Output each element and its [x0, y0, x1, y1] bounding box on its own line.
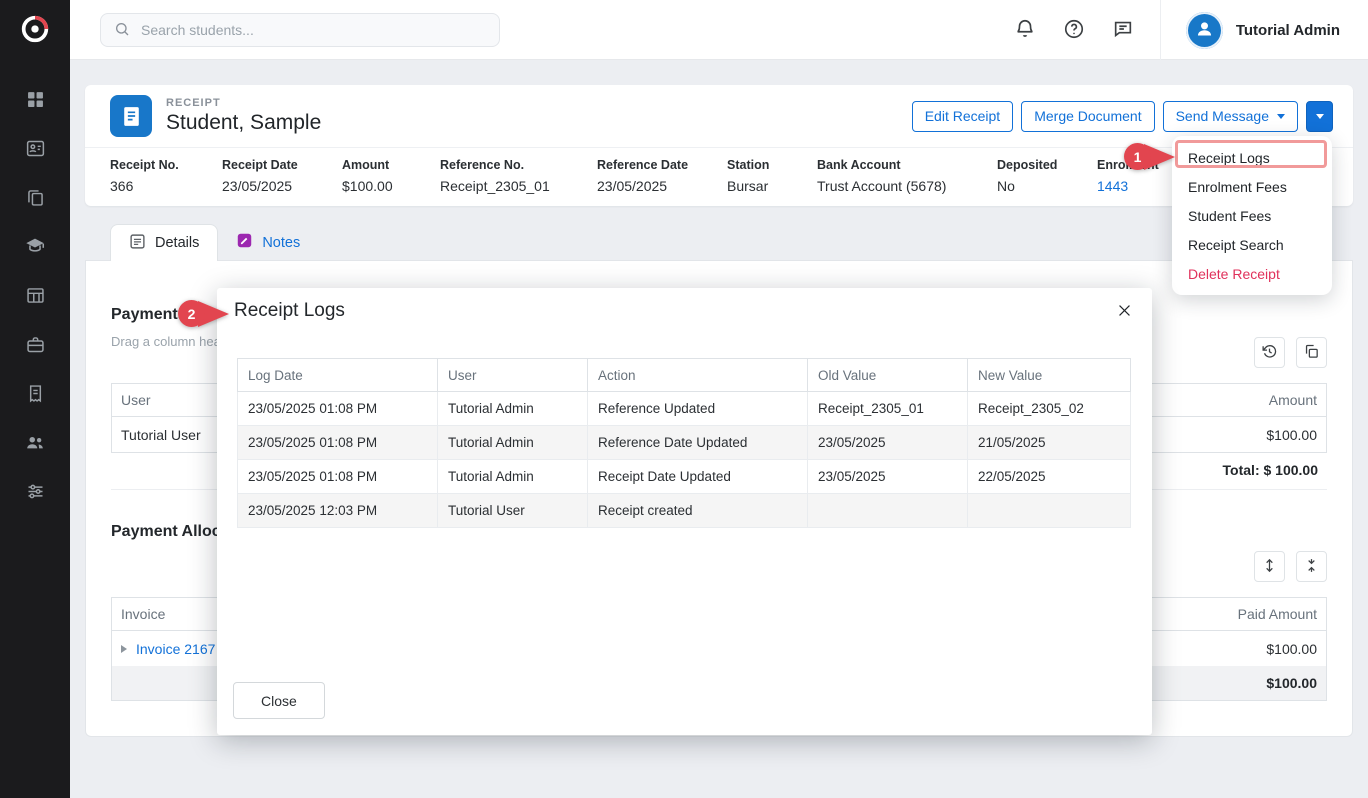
field-station: StationBursar: [727, 158, 817, 194]
person-icon: [1194, 18, 1215, 42]
details-icon: [129, 233, 146, 254]
copy-grid-button[interactable]: [1296, 337, 1327, 368]
menu-item-student-fees[interactable]: Student Fees: [1172, 201, 1332, 230]
page-title: Student, Sample: [166, 111, 912, 135]
search-box: [100, 13, 500, 47]
column-header-user[interactable]: User: [438, 359, 588, 392]
receipt-doc-icon: [110, 95, 152, 137]
caret-down-icon: [1316, 114, 1324, 119]
sidebar-item-briefcase[interactable]: [0, 321, 70, 370]
profile-menu[interactable]: Tutorial Admin: [1186, 12, 1340, 49]
contacts-icon: [25, 138, 46, 162]
field-deposited: DepositedNo: [997, 158, 1097, 194]
topbar: Tutorial Admin: [70, 0, 1368, 60]
topbar-divider: [1160, 0, 1161, 60]
notifications-button[interactable]: [1013, 18, 1037, 42]
topbar-right: Tutorial Admin: [1013, 0, 1368, 60]
help-icon: [1063, 18, 1085, 43]
annotation-step-1: 1: [1124, 143, 1175, 170]
field-reference-date: Reference Date23/05/2025: [597, 158, 727, 194]
sidebar-item-contacts[interactable]: [0, 125, 70, 174]
receipt-icon: [25, 383, 46, 407]
field-receipt-date: Receipt Date23/05/2025: [222, 158, 342, 194]
column-header-new-value[interactable]: New Value: [968, 359, 1131, 392]
menu-item-receipt-logs[interactable]: Receipt Logs: [1172, 143, 1332, 172]
merge-document-button[interactable]: Merge Document: [1021, 101, 1154, 132]
briefcase-icon: [25, 334, 46, 358]
annotation-badge-2: 2: [178, 300, 205, 327]
column-header-old-value[interactable]: Old Value: [808, 359, 968, 392]
edit-receipt-button[interactable]: Edit Receipt: [912, 101, 1013, 132]
payments-heading: Payments: [111, 306, 187, 324]
log-row: 23/05/2025 01:08 PMTutorial AdminReferen…: [238, 392, 1131, 426]
more-actions-dropdown-button[interactable]: [1306, 101, 1333, 132]
user-name: Tutorial Admin: [1236, 22, 1340, 39]
annotation-badge-1: 1: [1124, 143, 1151, 170]
invoice-link[interactable]: Invoice 2167: [136, 641, 215, 657]
row-expand-icon[interactable]: [121, 645, 127, 653]
modal-close-footer-button[interactable]: Close: [233, 682, 325, 719]
chat-button[interactable]: [1111, 18, 1135, 42]
field-reference-no: Reference No.Receipt_2305_01: [440, 158, 597, 194]
app-logo[interactable]: [0, 0, 70, 60]
sidebar-nav: [0, 60, 70, 517]
search-icon: [114, 21, 130, 40]
annotation-step-2: 2: [178, 300, 229, 327]
log-row: 23/05/2025 01:08 PMTutorial AdminReferen…: [238, 426, 1131, 460]
receipt-actions: Edit Receipt Merge Document Send Message: [912, 101, 1333, 132]
log-table-header: Log Date User Action Old Value New Value: [238, 359, 1131, 392]
modal-close-button[interactable]: [1112, 300, 1136, 324]
log-row: 23/05/2025 12:03 PMTutorial UserReceipt …: [238, 494, 1131, 528]
field-bank-account: Bank AccountTrust Account (5678): [817, 158, 997, 194]
avatar: [1186, 12, 1223, 49]
column-header-action[interactable]: Action: [588, 359, 808, 392]
column-header-log-date[interactable]: Log Date: [238, 359, 438, 392]
sidebar-item-users[interactable]: [0, 419, 70, 468]
record-type-label: RECEIPT: [166, 97, 912, 109]
modal-title: Receipt Logs: [234, 300, 345, 322]
sidebar-item-settings[interactable]: [0, 468, 70, 517]
history-button[interactable]: [1254, 337, 1285, 368]
caret-down-icon: [1277, 114, 1285, 119]
chat-icon: [1112, 18, 1134, 43]
tab-strip: Details Notes: [85, 224, 1353, 261]
notes-icon: [236, 232, 253, 253]
history-icon: [1261, 343, 1278, 363]
documents-icon: [25, 187, 46, 211]
menu-item-receipt-search[interactable]: Receipt Search: [1172, 230, 1332, 259]
close-icon: [1116, 302, 1133, 322]
sidebar-item-dashboard[interactable]: [0, 76, 70, 125]
menu-item-delete-receipt[interactable]: Delete Receipt: [1172, 259, 1332, 288]
expand-rows-icon: [1261, 557, 1278, 577]
table-icon: [25, 285, 46, 309]
bell-icon: [1014, 18, 1036, 43]
help-button[interactable]: [1062, 18, 1086, 42]
sidebar-item-receipts[interactable]: [0, 370, 70, 419]
receipt-logs-modal: Receipt Logs Log Date User Action Old Va…: [217, 288, 1152, 735]
graduation-cap-icon: [24, 235, 46, 260]
sidebar-item-courses[interactable]: [0, 223, 70, 272]
sidebar-item-tables[interactable]: [0, 272, 70, 321]
field-receipt-no: Receipt No.366: [110, 158, 222, 194]
field-amount: Amount$100.00: [342, 158, 440, 194]
sliders-icon: [25, 481, 46, 505]
sidebar-item-documents[interactable]: [0, 174, 70, 223]
collapse-rows-icon: [1303, 557, 1320, 577]
receipt-logs-table: Log Date User Action Old Value New Value…: [237, 358, 1131, 528]
people-icon: [24, 431, 46, 456]
menu-item-enrolment-fees[interactable]: Enrolment Fees: [1172, 172, 1332, 201]
tab-details[interactable]: Details: [110, 224, 218, 261]
receipt-actions-menu: Receipt Logs Enrolment Fees Student Fees…: [1172, 136, 1332, 295]
copy-icon: [1303, 343, 1320, 363]
expand-all-button[interactable]: [1254, 551, 1285, 582]
log-row: 23/05/2025 01:08 PMTutorial AdminReceipt…: [238, 460, 1131, 494]
tab-notes[interactable]: Notes: [218, 224, 318, 261]
collapse-all-button[interactable]: [1296, 551, 1327, 582]
send-message-button[interactable]: Send Message: [1163, 101, 1298, 132]
search-input[interactable]: [139, 21, 486, 39]
logo-icon: [18, 12, 52, 49]
sidebar: [0, 0, 70, 798]
dashboard-icon: [25, 89, 46, 113]
